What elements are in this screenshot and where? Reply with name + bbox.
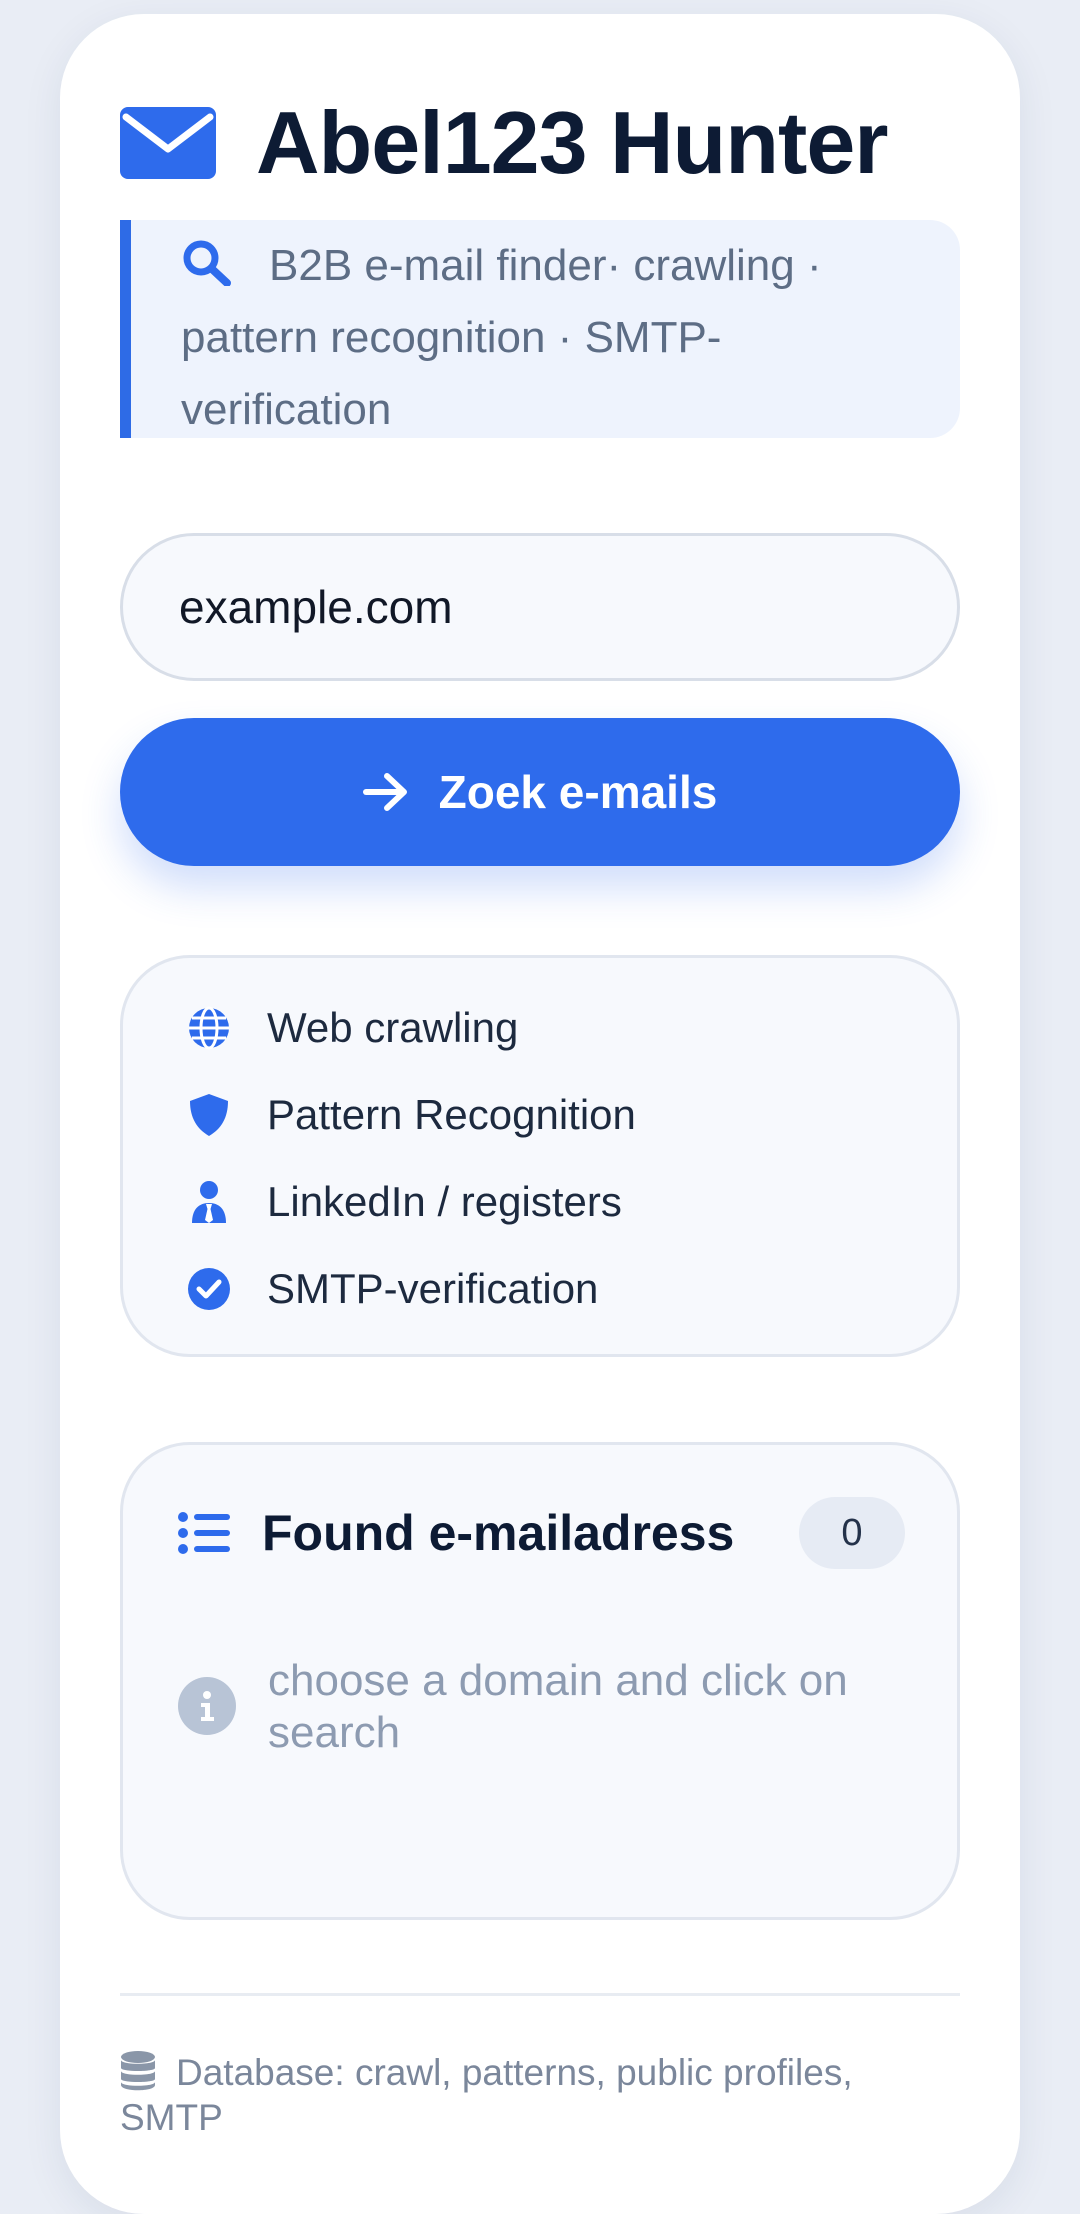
subtitle-banner: B2B e-mail finder· crawling · pattern re…: [120, 220, 960, 438]
search-emails-button[interactable]: Zoek e-mails: [120, 718, 960, 866]
database-icon: [121, 2051, 155, 2091]
arrow-right-icon: [362, 773, 407, 811]
list-icon: [178, 1512, 230, 1554]
search-icon: [183, 240, 231, 286]
footer-divider: [120, 1993, 960, 1996]
feature-list: Web crawling Pattern Recognition LinkedI…: [120, 955, 960, 1357]
user-tie-icon: [192, 1180, 226, 1223]
app-header: Abel123 Hunter: [120, 88, 889, 198]
footer-text: Database: crawl, patterns, public profil…: [120, 2052, 853, 2138]
results-count-badge: 0: [799, 1497, 905, 1569]
info-icon: [178, 1677, 236, 1735]
feature-label: Web crawling: [267, 1003, 519, 1051]
results-panel: Found e-mailadress 0 choose a domain and…: [120, 1442, 960, 1920]
feature-item-linkedin-registers: LinkedIn / registers: [123, 1158, 957, 1245]
feature-label: Pattern Recognition: [267, 1090, 636, 1138]
results-empty-state: choose a domain and click on search: [178, 1655, 898, 1759]
subtitle-label: B2B e-mail finder· crawling · pattern re…: [181, 241, 822, 434]
empty-state-message: choose a domain and click on search: [268, 1656, 848, 1757]
check-circle-icon: [188, 1267, 230, 1310]
feature-item-smtp-verification: SMTP-verification: [123, 1245, 957, 1332]
globe-icon: [189, 1006, 229, 1049]
feature-item-web-crawling: Web crawling: [123, 984, 957, 1071]
search-button-label: Zoek e-mails: [438, 766, 718, 818]
shield-icon: [190, 1093, 228, 1136]
feature-item-pattern-recognition: Pattern Recognition: [123, 1071, 957, 1158]
app-title: Abel123 Hunter: [256, 93, 889, 192]
results-header: Found e-mailadress 0: [178, 1497, 905, 1569]
domain-input[interactable]: [120, 533, 960, 681]
feature-label: SMTP-verification: [267, 1264, 599, 1312]
feature-label: LinkedIn / registers: [267, 1177, 622, 1225]
subtitle-text: B2B e-mail finder· crawling · pattern re…: [181, 230, 920, 446]
envelope-icon: [120, 107, 216, 179]
footer-note: Database: crawl, patterns, public profil…: [120, 2050, 960, 2140]
results-title: Found e-mailadress: [262, 1505, 735, 1561]
